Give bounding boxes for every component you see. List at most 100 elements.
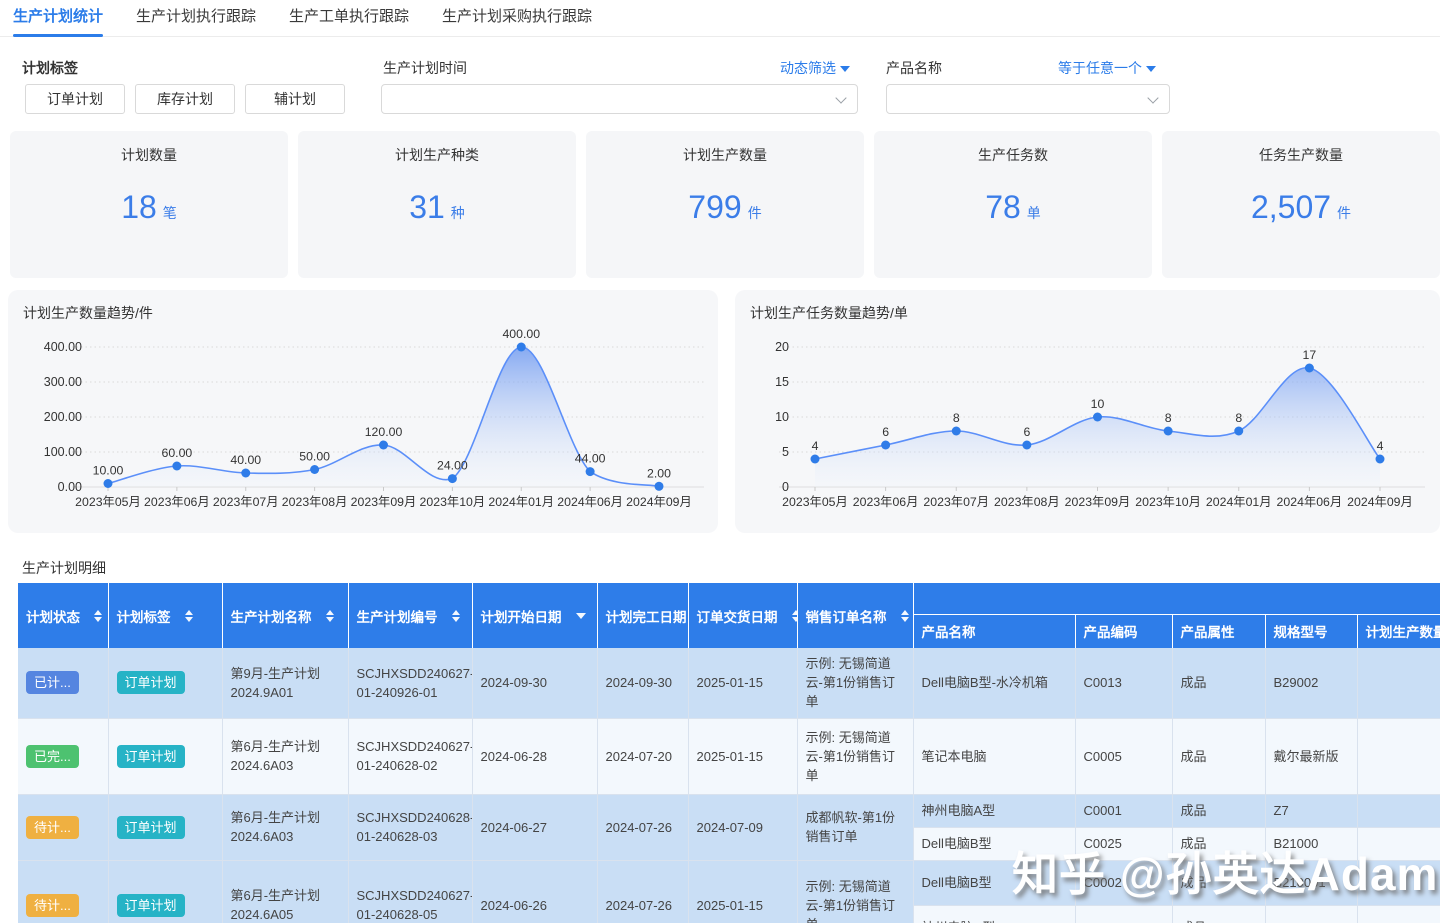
task-qty-trend-chart: 0 5 10 15 20 2023年05月 2023年06月 2023年07月 2023年08月… — [775, 340, 1425, 509]
plan-tag-button-order[interactable]: 订单计划 — [25, 84, 125, 114]
cell-sales-order: 成都帆软-第1份销售订单 — [797, 794, 914, 861]
tag-badge: 订单计划 — [116, 815, 185, 839]
sort-icon[interactable] — [451, 609, 460, 622]
col-header-product-attr[interactable]: 产品属性 — [1172, 614, 1266, 648]
svg-text:2023年09月: 2023年09月 — [351, 495, 417, 509]
col-header-plan-tag[interactable]: 计划标签 — [108, 583, 223, 648]
table-row[interactable]: 待计... 订单计划 第6月-生产计划 2024.6A03 SCJHXSDD24… — [18, 794, 1440, 861]
svg-text:2024年06月: 2024年06月 — [557, 495, 623, 509]
plan-tag-button-aux[interactable]: 辅计划 — [245, 84, 345, 114]
tag-badge: 订单计划 — [116, 893, 185, 917]
cell-start-date: 2024-06-27 — [472, 794, 598, 861]
svg-text:8: 8 — [953, 411, 960, 425]
filter-section: 计划标签 订单计划 库存计划 辅计划 生产计划时间 动态筛选 产品名称 等于任意… — [0, 50, 1440, 125]
cell-plan-status: 已计... — [18, 648, 109, 719]
svg-text:2024年06月: 2024年06月 — [1277, 495, 1343, 509]
svg-text:10: 10 — [775, 410, 789, 424]
cell-start-date: 2024-06-26 — [472, 860, 598, 923]
kpi-unit: 单 — [1026, 205, 1041, 221]
cell-delivery-date: 2025-01-15 — [688, 718, 798, 795]
col-header-spec-model[interactable]: 规格型号 — [1265, 614, 1358, 648]
watermark: 知乎 @孙英达Adam — [1012, 848, 1439, 900]
cell-product-code: C0013 — [1075, 648, 1173, 719]
col-header-start-date[interactable]: 计划开始日期 — [472, 583, 598, 648]
cell-product-code: C0001 — [1075, 905, 1173, 923]
sort-icon[interactable] — [900, 609, 909, 622]
svg-text:8: 8 — [1165, 411, 1172, 425]
kpi-title: 计划数量 — [121, 147, 177, 163]
cell-finish-date: 2024-07-20 — [597, 718, 689, 795]
status-badge: 已完... — [26, 744, 79, 768]
kpi-title: 计划生产数量 — [683, 147, 767, 163]
product-group-header — [913, 583, 1440, 615]
chevron-down-icon — [1147, 92, 1159, 104]
col-header-finish-date[interactable]: 计划完工日期 — [597, 583, 689, 648]
cell-plan-prod-qty — [1357, 794, 1440, 828]
svg-text:10.00: 10.00 — [93, 464, 124, 478]
svg-text:400.00: 400.00 — [44, 340, 82, 354]
table-row[interactable]: 已计... 订单计划 第9月-生产计划 2024.9A01 SCJHXSDD24… — [18, 648, 1440, 719]
svg-text:24.00: 24.00 — [437, 459, 468, 473]
plan-time-select[interactable] — [381, 84, 858, 114]
cell-product-code: C0005 — [1075, 718, 1173, 795]
col-header-sales-order[interactable]: 销售订单名称 — [797, 583, 914, 648]
cell-plan-status: 待计... — [18, 860, 109, 923]
svg-text:40.00: 40.00 — [230, 453, 261, 467]
dynamic-filter-link[interactable]: 动态筛选 — [780, 58, 850, 78]
down-triangle-icon — [1146, 66, 1156, 72]
svg-text:2023年08月: 2023年08月 — [994, 495, 1060, 509]
table-row[interactable]: 已完... 订单计划 第6月-生产计划 2024.6A03 SCJHXSDD24… — [18, 718, 1440, 795]
chart-title: 计划生产数量趋势/件 — [23, 305, 153, 321]
svg-text:100.00: 100.00 — [44, 445, 82, 459]
cell-plan-status: 待计... — [18, 794, 109, 861]
cell-product-name: 神州电脑A型 — [913, 905, 1076, 923]
kpi-plan-product-kinds: 计划生产种类 31 种 — [298, 131, 576, 278]
down-triangle-icon — [840, 66, 850, 72]
svg-text:20: 20 — [775, 340, 789, 354]
task-qty-trend-panel: 计划生产任务数量趋势/单 0 5 10 15 20 2023年05月 2023年06月 202… — [735, 290, 1440, 533]
kpi-unit: 种 — [450, 205, 465, 221]
kpi-value: 18 — [121, 189, 157, 225]
svg-text:2023年10月: 2023年10月 — [1135, 495, 1201, 509]
cell-product-name: 神州电脑A型 — [913, 794, 1076, 828]
chart-title: 计划生产任务数量趋势/单 — [750, 305, 908, 321]
svg-text:4: 4 — [812, 439, 819, 453]
cell-sales-order: 示例: 无锡简道云-第1份销售订单 — [797, 718, 914, 795]
col-header-plan-status[interactable]: 计划状态 — [18, 583, 109, 648]
col-header-plan-name[interactable]: 生产计划名称 — [222, 583, 349, 648]
col-header-plan-no[interactable]: 生产计划编号 — [348, 583, 473, 648]
tab-plan-purchase-tracking[interactable]: 生产计划采购执行跟踪 — [442, 0, 592, 37]
kpi-value: 31 — [409, 189, 445, 225]
svg-text:44.00: 44.00 — [575, 452, 606, 466]
tab-production-plan-stats[interactable]: 生产计划统计 — [13, 0, 104, 37]
kpi-value: 2,507 — [1250, 189, 1332, 225]
tab-work-order-tracking[interactable]: 生产工单执行跟踪 — [289, 0, 409, 37]
sort-icon[interactable] — [184, 609, 193, 622]
svg-text:2023年06月: 2023年06月 — [144, 495, 210, 509]
sort-icon[interactable] — [94, 609, 102, 622]
cell-spec-model: 戴尔最新版 — [1265, 718, 1358, 795]
tab-plan-execution-tracking[interactable]: 生产计划执行跟踪 — [136, 0, 256, 37]
cell-delivery-date: 2024-07-09 — [688, 794, 798, 861]
cell-product-attr: 成品 — [1172, 794, 1266, 828]
product-name-select[interactable] — [886, 84, 1170, 114]
kpi-title: 生产任务数 — [978, 147, 1048, 163]
cell-product-attr: 成品 — [1172, 718, 1266, 795]
equals-any-link-text: 等于任意一个 — [1058, 60, 1142, 76]
table-section-title: 生产计划明细 — [22, 560, 106, 576]
cell-product-attr: 成品 — [1172, 905, 1266, 923]
equals-any-link[interactable]: 等于任意一个 — [1058, 58, 1156, 78]
svg-text:2023年05月: 2023年05月 — [75, 495, 141, 509]
cell-plan-tag: 订单计划 — [108, 648, 223, 719]
col-header-product-code[interactable]: 产品编码 — [1075, 614, 1173, 648]
sort-icon[interactable] — [791, 609, 796, 622]
col-header-product-name[interactable]: 产品名称 — [913, 614, 1076, 648]
sort-icon[interactable] — [325, 609, 334, 622]
svg-text:8: 8 — [1235, 411, 1242, 425]
col-header-delivery-date[interactable]: 订单交货日期 — [688, 583, 798, 648]
cell-delivery-date: 2025-01-15 — [688, 860, 798, 923]
cell-sales-order: 示例: 无锡简道云-第1份销售订单 — [797, 860, 914, 923]
plan-tag-button-stock[interactable]: 库存计划 — [135, 84, 235, 114]
sort-desc-icon[interactable] — [575, 612, 586, 619]
col-header-plan-prod-qty[interactable]: 计划生产数量 — [1357, 614, 1440, 648]
